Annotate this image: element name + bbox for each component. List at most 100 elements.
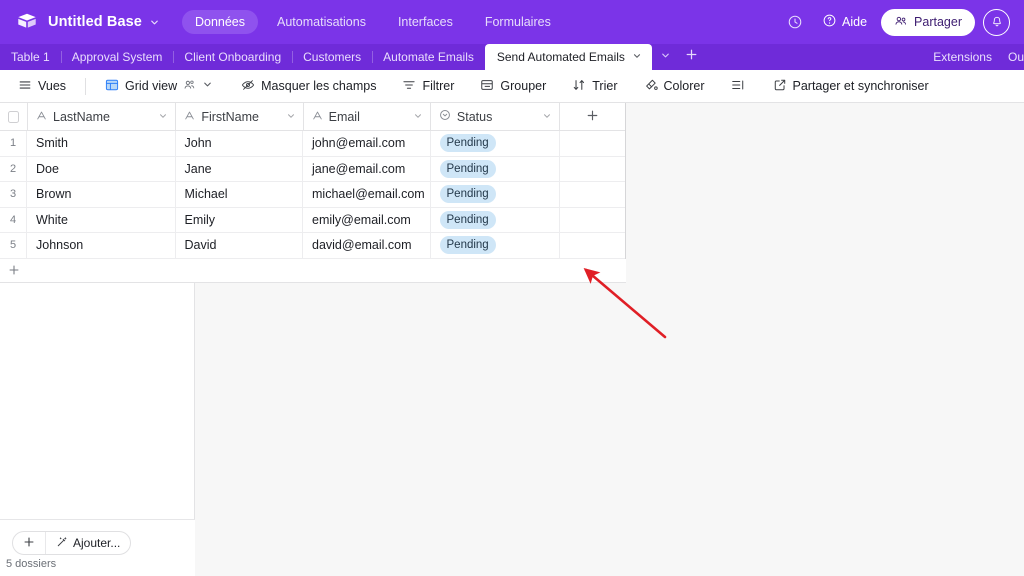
chevron-down-icon[interactable] bbox=[286, 110, 296, 124]
chevron-down-icon[interactable] bbox=[149, 17, 160, 28]
views-label: Vues bbox=[38, 79, 67, 93]
add-field-button[interactable] bbox=[560, 103, 625, 130]
extensions-link[interactable]: Extensions bbox=[933, 50, 992, 64]
add-record-button[interactable] bbox=[13, 532, 45, 554]
view-toolbar: Vues Grid view Masquer les champs Filtre… bbox=[0, 70, 1024, 103]
chevron-down-icon[interactable] bbox=[632, 44, 642, 70]
filter-button[interactable]: Filtrer bbox=[394, 74, 462, 99]
hide-fields-button[interactable]: Masquer les champs bbox=[233, 74, 384, 99]
sort-button[interactable]: Trier bbox=[564, 74, 625, 99]
cell-lastname[interactable]: Brown bbox=[27, 182, 176, 207]
grid-view-chevron-down-icon[interactable] bbox=[202, 79, 213, 93]
column-header-firstname[interactable]: FirstName bbox=[176, 103, 304, 130]
cell-lastname[interactable]: Smith bbox=[27, 131, 176, 156]
table-row[interactable]: 2 Doe Jane jane@email.com Pending bbox=[0, 156, 625, 182]
top-header-actions: Aide Partager bbox=[781, 8, 1014, 36]
chevron-down-icon[interactable] bbox=[158, 110, 168, 124]
column-header-lastname[interactable]: LastName bbox=[28, 103, 177, 130]
base-title[interactable]: Untitled Base bbox=[48, 14, 142, 30]
status-badge: Pending bbox=[439, 134, 496, 153]
column-header-status[interactable]: Status bbox=[431, 103, 560, 130]
tab-client-onboarding[interactable]: Client Onboarding bbox=[173, 44, 292, 70]
grid-footer: Ajouter... 5 dossiers bbox=[0, 520, 195, 576]
top-nav-item-interfaces[interactable]: Interfaces bbox=[385, 10, 466, 34]
group-label: Grouper bbox=[500, 79, 547, 93]
record-count: 5 dossiers bbox=[6, 558, 57, 570]
cell-firstname[interactable]: David bbox=[176, 233, 303, 258]
cell-email[interactable]: michael@email.com bbox=[303, 182, 431, 207]
cell-lastname[interactable]: Doe bbox=[27, 156, 176, 181]
cell-firstname[interactable]: Emily bbox=[176, 207, 303, 232]
help-label: Aide bbox=[842, 15, 868, 29]
table-row[interactable]: 4 White Emily emily@email.com Pending bbox=[0, 207, 625, 233]
collaborators-icon[interactable] bbox=[183, 78, 196, 94]
plus-icon bbox=[0, 264, 28, 276]
tab-overflow-chevron-down-icon[interactable] bbox=[660, 48, 671, 66]
cell-status[interactable]: Pending bbox=[431, 156, 560, 181]
share-label: Partager bbox=[914, 15, 962, 29]
tab-table-1[interactable]: Table 1 bbox=[0, 44, 61, 70]
airtable-app-window: Untitled Base Données Automatisations In… bbox=[0, 0, 1024, 576]
row-number: 3 bbox=[0, 182, 27, 207]
history-clock-icon[interactable] bbox=[781, 9, 808, 36]
select-all-checkbox[interactable] bbox=[0, 103, 28, 130]
grid-area: LastName FirstName Email Status 1 Smith … bbox=[0, 103, 1024, 576]
share-button[interactable]: Partager bbox=[881, 8, 975, 36]
grid-view-button[interactable]: Grid view bbox=[97, 74, 221, 99]
add-table-plus-icon[interactable] bbox=[685, 48, 698, 66]
text-field-icon bbox=[36, 110, 47, 124]
cell-status[interactable]: Pending bbox=[431, 182, 560, 207]
cell-email[interactable]: john@email.com bbox=[303, 131, 431, 156]
chevron-down-icon[interactable] bbox=[413, 110, 423, 124]
filter-label: Filtrer bbox=[422, 79, 455, 93]
checkbox-icon bbox=[8, 110, 19, 123]
color-label: Colorer bbox=[663, 79, 705, 93]
tab-automate-emails[interactable]: Automate Emails bbox=[372, 44, 485, 70]
column-header-email[interactable]: Email bbox=[304, 103, 431, 130]
cell-lastname[interactable]: White bbox=[27, 207, 176, 232]
add-with-ai-button[interactable]: Ajouter... bbox=[46, 532, 130, 554]
tab-bar-tools bbox=[652, 44, 698, 70]
column-header-label: Email bbox=[328, 109, 360, 124]
row-number: 4 bbox=[0, 207, 27, 232]
eye-slash-icon bbox=[241, 78, 255, 95]
table-row[interactable]: 3 Brown Michael michael@email.com Pendin… bbox=[0, 182, 625, 208]
color-button[interactable]: Colorer bbox=[636, 74, 713, 99]
group-button[interactable]: Grouper bbox=[472, 74, 554, 99]
share-sync-button[interactable]: Partager et synchroniser bbox=[765, 74, 937, 99]
tools-link[interactable]: Ou bbox=[1008, 50, 1024, 64]
cell-email[interactable]: emily@email.com bbox=[303, 207, 431, 232]
table-tab-bar: Table 1 Approval System Client Onboardin… bbox=[0, 44, 1024, 70]
help-button[interactable]: Aide bbox=[816, 9, 873, 35]
cell-email[interactable]: jane@email.com bbox=[303, 156, 431, 181]
cell-status[interactable]: Pending bbox=[431, 131, 560, 156]
cell-firstname[interactable]: Jane bbox=[176, 156, 303, 181]
plus-icon bbox=[586, 109, 599, 125]
views-button[interactable]: Vues bbox=[10, 74, 74, 99]
cell-lastname[interactable]: Johnson bbox=[27, 233, 176, 258]
add-row-button[interactable] bbox=[0, 258, 626, 283]
cell-empty bbox=[560, 131, 625, 156]
cell-status[interactable]: Pending bbox=[431, 233, 560, 258]
cell-firstname[interactable]: Michael bbox=[176, 182, 303, 207]
chevron-down-icon[interactable] bbox=[542, 110, 552, 124]
status-badge: Pending bbox=[439, 236, 496, 255]
add-label: Ajouter... bbox=[73, 536, 121, 550]
table-row[interactable]: 1 Smith John john@email.com Pending bbox=[0, 131, 625, 157]
column-header-label: FirstName bbox=[201, 109, 259, 124]
bell-icon[interactable] bbox=[983, 8, 1010, 36]
tab-customers[interactable]: Customers bbox=[292, 44, 372, 70]
airtable-cube-icon[interactable] bbox=[16, 11, 38, 33]
tab-approval-system[interactable]: Approval System bbox=[60, 44, 174, 70]
cell-status[interactable]: Pending bbox=[431, 207, 560, 232]
table-row[interactable]: 5 Johnson David david@email.com Pending bbox=[0, 233, 625, 259]
top-nav-item-formulaires[interactable]: Formulaires bbox=[472, 10, 564, 34]
text-field-icon bbox=[312, 110, 323, 124]
top-nav-item-donnees[interactable]: Données bbox=[181, 10, 259, 34]
tab-send-automated-emails[interactable]: Send Automated Emails bbox=[484, 44, 652, 70]
top-nav-item-automatisations[interactable]: Automatisations bbox=[264, 10, 379, 34]
row-height-button[interactable] bbox=[723, 74, 753, 99]
cell-firstname[interactable]: John bbox=[176, 131, 303, 156]
cell-email[interactable]: david@email.com bbox=[303, 233, 431, 258]
tab-label: Send Automated Emails bbox=[496, 50, 625, 64]
